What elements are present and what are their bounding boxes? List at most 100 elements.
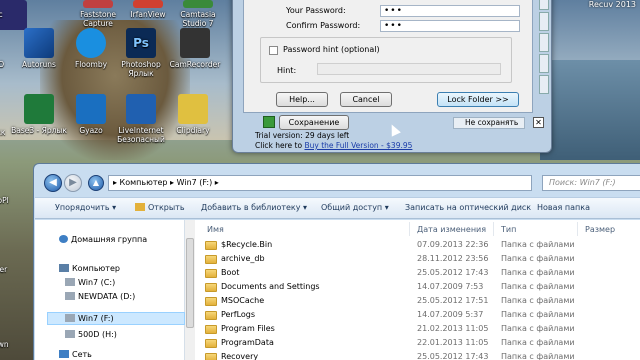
desktop-icon-autoruns[interactable]: Autoruns xyxy=(9,28,69,69)
file-name: PerfLogs xyxy=(221,310,256,319)
desktop-partial-label: Гос xyxy=(0,10,3,19)
floomby-icon xyxy=(76,28,106,58)
open-button[interactable]: Открыть xyxy=(135,203,185,212)
file-type: Папка с файлами xyxy=(501,352,575,360)
desktop-icon-label: Gyazo xyxy=(79,126,103,135)
hint-input[interactable] xyxy=(317,63,501,75)
file-date: 25.05.2012 17:51 xyxy=(417,296,489,305)
file-name: Recovery xyxy=(221,352,259,360)
lock-folder-button[interactable]: Lock Folder >> xyxy=(437,92,519,107)
folder-open-icon xyxy=(135,203,145,211)
save-recording-button[interactable]: Сохранение xyxy=(279,115,349,130)
record-icon xyxy=(263,116,275,128)
file-type: Папка с файлами xyxy=(501,254,575,263)
desktop-partial-label: NeoPl xyxy=(0,196,9,205)
nav-label: NEWDATA (D:) xyxy=(78,292,136,301)
side-button[interactable] xyxy=(539,75,549,94)
side-button[interactable] xyxy=(539,33,549,52)
folder-icon xyxy=(205,297,217,306)
your-password-input[interactable]: ••• xyxy=(380,5,520,17)
file-type: Папка с файлами xyxy=(501,268,575,277)
nav-item-computer[interactable]: Компьютер xyxy=(59,264,120,273)
nav-item-drive-c[interactable]: Win7 (C:) xyxy=(65,278,115,287)
desktop-icon-camtasia[interactable]: Camtasia Studio 7 xyxy=(168,0,228,28)
breadcrumb[interactable]: ▸ Компьютер ▸ Win7 (F:) ▸ xyxy=(113,178,219,187)
address-bar: ◀ ▶ ▲ ▸ Компьютер ▸ Win7 (F:) ▸ Поиск: W… xyxy=(42,173,640,195)
column-date[interactable]: Дата изменения xyxy=(417,225,486,234)
address-field[interactable]: ▸ Компьютер ▸ Win7 (F:) ▸ xyxy=(108,175,532,191)
table-row[interactable]: PerfLogs 14.07.2009 5:37 Папка с файлами xyxy=(195,308,640,322)
dont-save-select[interactable]: Не сохранять xyxy=(453,117,525,129)
desktop-sea xyxy=(540,60,640,160)
folder-icon xyxy=(205,269,217,278)
back-button[interactable]: ◀ xyxy=(44,174,62,192)
desktop-icon-photoshop[interactable]: Ps Photoshop Ярлык xyxy=(111,28,171,78)
your-password-label: Your Password: xyxy=(286,6,346,15)
table-row[interactable]: Recovery 25.05.2012 17:43 Папка с файлами xyxy=(195,350,640,360)
table-row[interactable]: Boot 25.05.2012 17:43 Папка с файлами xyxy=(195,266,640,280)
file-date: 25.05.2012 17:43 xyxy=(417,352,489,360)
file-name: archive_db xyxy=(221,254,265,263)
nav-item-drive-f[interactable]: Win7 (F:) xyxy=(65,314,114,323)
file-date: 25.05.2012 17:43 xyxy=(417,268,489,277)
dialog-content: Your Password: ••• Confirm Password: •••… xyxy=(243,0,533,113)
camtasia-icon xyxy=(183,0,213,8)
up-button[interactable]: ▲ xyxy=(88,175,104,191)
column-name[interactable]: Имя xyxy=(207,225,224,234)
computer-icon xyxy=(59,264,69,272)
confirm-password-input[interactable]: ••• xyxy=(380,20,520,32)
side-button[interactable] xyxy=(539,54,549,73)
table-row[interactable]: MSOCache 25.05.2012 17:51 Папка с файлами xyxy=(195,294,640,308)
share-button[interactable]: Общий доступ ▾ xyxy=(321,203,389,212)
new-folder-button[interactable]: Новая папка xyxy=(537,203,590,212)
nav-item-drive-d[interactable]: NEWDATA (D:) xyxy=(65,292,135,301)
table-row[interactable]: ProgramData 22.01.2013 11:05 Папка с файла… xyxy=(195,336,640,350)
cancel-button[interactable]: Cancel xyxy=(340,92,392,107)
folder-icon xyxy=(205,325,217,334)
burn-button[interactable]: Записать на оптический диск xyxy=(405,203,531,212)
side-button[interactable] xyxy=(539,12,549,31)
desktop-icon-base3[interactable]: Base3 - Ярлык xyxy=(9,94,69,135)
hint-checkbox[interactable] xyxy=(269,46,278,55)
nav-scrollbar[interactable] xyxy=(185,220,195,360)
table-row[interactable]: Documents and Settings 14.07.2009 7:53 Пап… xyxy=(195,280,640,294)
desktop-partial-label: Oper xyxy=(0,265,8,274)
navigation-pane: Домашняя группа Компьютер Win7 (C:) NEWD… xyxy=(35,220,185,360)
file-type: Папка с файлами xyxy=(501,240,575,249)
table-row[interactable]: archive_db 28.11.2012 23:56 Папка с файлам… xyxy=(195,252,640,266)
table-row[interactable]: Program Files 21.02.2013 11:05 Папка с фай… xyxy=(195,322,640,336)
file-name: $Recycle.Bin xyxy=(221,240,273,249)
homegroup-icon xyxy=(59,235,68,243)
side-button[interactable] xyxy=(539,0,549,10)
nav-item-drive-h[interactable]: 500D (H:) xyxy=(65,330,117,339)
scroll-thumb[interactable] xyxy=(186,238,194,328)
file-name: Boot xyxy=(221,268,240,277)
file-name: ProgramData xyxy=(221,338,274,347)
organize-button[interactable]: Упорядочить ▾ xyxy=(55,203,116,212)
close-icon[interactable]: ✕ xyxy=(533,117,544,128)
autoruns-icon xyxy=(24,28,54,58)
folder-icon xyxy=(205,339,217,348)
desktop-icon-clipdiary[interactable]: Clipdiary xyxy=(163,94,223,135)
column-size[interactable]: Размер xyxy=(585,225,615,234)
nav-item-network[interactable]: Сеть xyxy=(59,350,92,359)
folder-icon xyxy=(205,353,217,360)
desktop-icon-label: Photoshop Ярлык xyxy=(121,60,161,78)
network-icon xyxy=(59,350,69,358)
dialog-side-controls xyxy=(539,0,549,113)
search-input[interactable]: Поиск: Win7 (F:) xyxy=(542,175,640,191)
desktop-icon-label: LiveInternet Безопасный xyxy=(117,126,165,144)
add-to-library-button[interactable]: Добавить в библиотеку ▾ xyxy=(201,203,307,212)
desktop-icon-label: Floomby xyxy=(74,60,108,69)
desktop-icon-liveinternet[interactable]: LiveInternet Безопасный xyxy=(111,94,171,144)
help-button[interactable]: Help... xyxy=(276,92,328,107)
forward-button[interactable]: ▶ xyxy=(64,174,82,192)
nav-item-homegroup[interactable]: Домашняя группа xyxy=(59,235,147,244)
buy-full-version-link[interactable]: Buy the Full Version - $39.95 xyxy=(304,141,412,150)
desktop-icon-label: Base3 - Ярлык xyxy=(11,126,67,135)
table-row[interactable]: $Recycle.Bin 07.09.2013 22:36 Папка с файл… xyxy=(195,238,640,252)
nav-label: Компьютер xyxy=(72,264,120,273)
hint-label: Hint: xyxy=(277,66,297,75)
desktop-icon-camrecorder[interactable]: CamRecorder xyxy=(165,28,225,69)
column-type[interactable]: Тип xyxy=(501,225,516,234)
